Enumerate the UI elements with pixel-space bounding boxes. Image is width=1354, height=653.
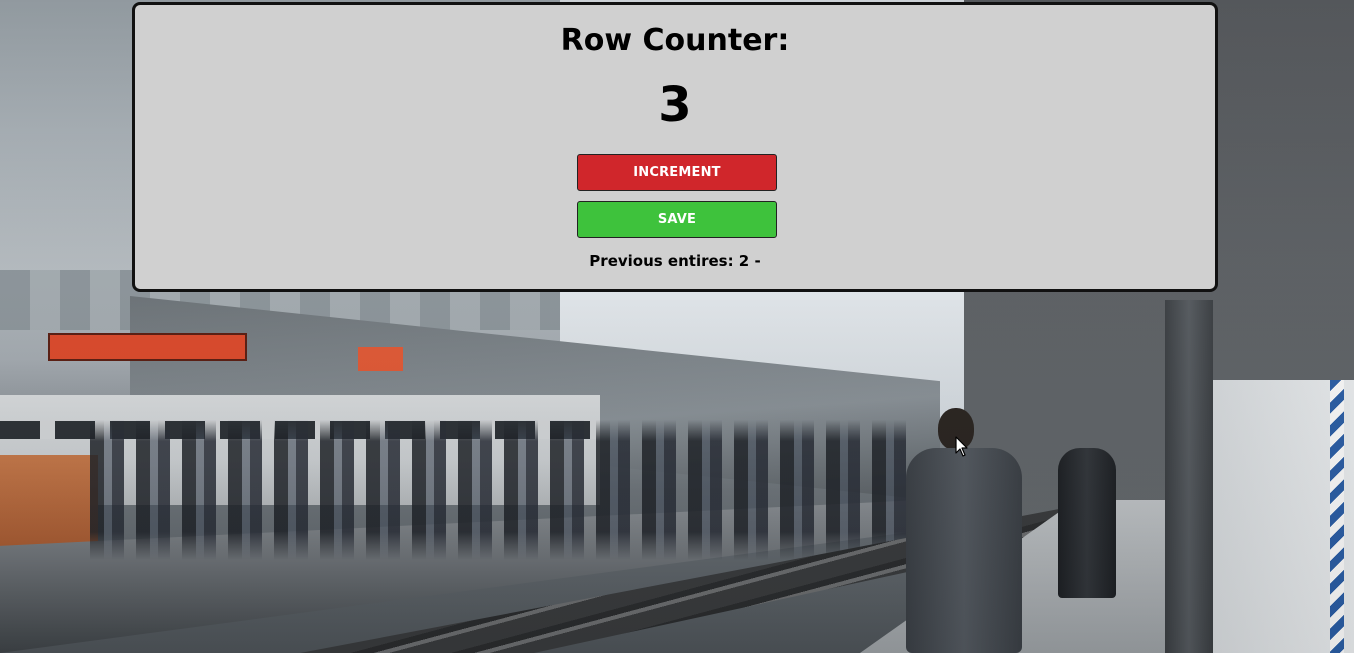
previous-entries-text: Previous entires: 2 - — [589, 252, 761, 270]
counter-title: Row Counter: — [560, 23, 790, 58]
increment-button[interactable]: INCREMENT — [577, 154, 777, 191]
counter-value: 3 — [658, 77, 692, 133]
background-photo: Row Counter: 3 INCREMENT SAVE Previous e… — [0, 0, 1354, 653]
row-counter-panel: Row Counter: 3 INCREMENT SAVE Previous e… — [132, 2, 1218, 292]
save-button[interactable]: SAVE — [577, 201, 777, 238]
